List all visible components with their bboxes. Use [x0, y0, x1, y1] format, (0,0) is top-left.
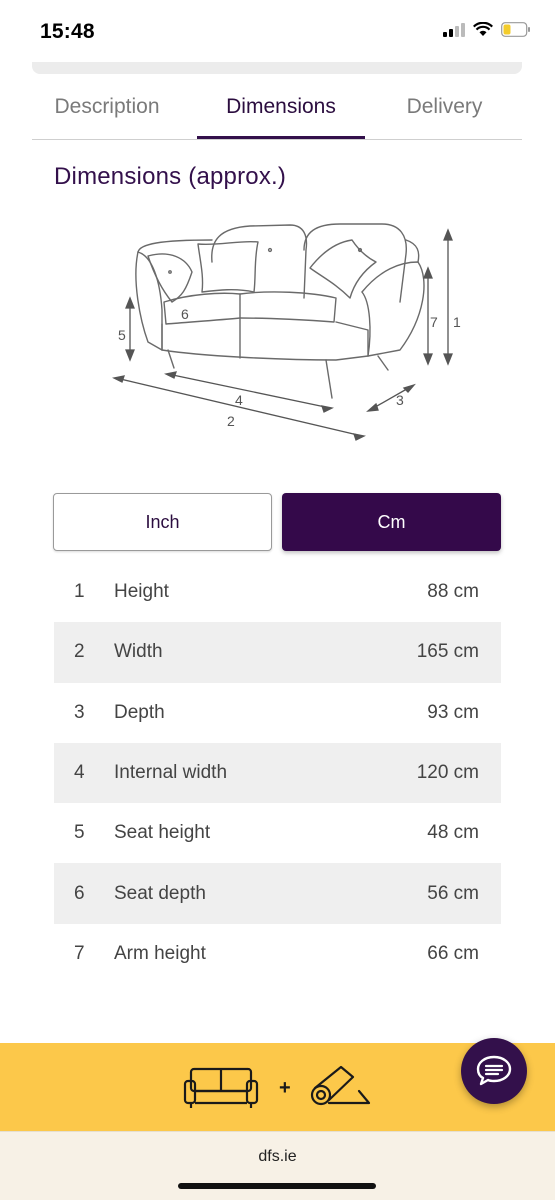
- table-row: 7 Arm height 66 cm: [54, 924, 501, 984]
- row-label: Width: [114, 641, 163, 663]
- home-indicator[interactable]: [178, 1183, 376, 1189]
- row-label: Arm height: [114, 942, 206, 964]
- chat-bubble-icon: [476, 1055, 512, 1086]
- table-row: 3 Depth 93 cm: [54, 683, 501, 743]
- diagram-label-4: 4: [235, 392, 243, 408]
- tab-description[interactable]: Description: [32, 80, 182, 140]
- diagram-label-7: 7: [430, 314, 438, 330]
- row-number: 2: [74, 641, 85, 663]
- top-sheet-edge: [32, 62, 522, 74]
- row-label: Height: [114, 581, 169, 603]
- status-bar: 15:48: [0, 0, 555, 62]
- row-value: 66 cm: [427, 942, 479, 964]
- tab-bar: Description Dimensions Delivery: [32, 80, 522, 140]
- table-row: 2 Width 165 cm: [54, 622, 501, 683]
- promo-icons: +: [183, 1065, 371, 1108]
- wifi-icon: [473, 22, 493, 36]
- table-row: 4 Internal width 120 cm: [54, 742, 501, 804]
- diagram-label-2: 2: [227, 413, 235, 429]
- section-title: Dimensions (approx.): [54, 163, 287, 190]
- sofa-icon: [183, 1067, 259, 1108]
- diagram-label-3: 3: [396, 392, 404, 408]
- row-number: 5: [74, 822, 85, 844]
- tab-dimensions[interactable]: Dimensions: [197, 80, 365, 140]
- dimensions-table: 1 Height 88 cm 2 Width 165 cm 3 Depth 93…: [54, 562, 501, 984]
- row-label: Seat height: [114, 822, 211, 844]
- diagram-label-5: 5: [118, 327, 126, 343]
- row-label: Internal width: [114, 762, 228, 784]
- row-number: 6: [74, 882, 85, 904]
- row-value: 120 cm: [416, 762, 479, 784]
- cm-button[interactable]: Cm: [282, 493, 501, 551]
- row-label: Seat depth: [114, 882, 206, 904]
- tab-delivery[interactable]: Delivery: [377, 80, 512, 140]
- table-row: 5 Seat height 48 cm: [54, 803, 501, 863]
- diagram-label-6: 6: [181, 306, 189, 322]
- table-row: 6 Seat depth 56 cm: [54, 863, 501, 924]
- battery-icon: [501, 22, 530, 37]
- row-number: 1: [74, 581, 85, 603]
- row-label: Depth: [114, 701, 165, 723]
- active-tab-underline: [197, 136, 365, 139]
- browser-address-bar[interactable]: dfs.ie: [0, 1131, 555, 1200]
- rug-icon: [310, 1065, 371, 1106]
- chat-button[interactable]: [461, 1038, 527, 1104]
- signal-icon: [443, 22, 465, 37]
- row-number: 3: [74, 701, 85, 723]
- plus-sign: +: [279, 1077, 291, 1099]
- table-row: 1 Height 88 cm: [54, 562, 501, 622]
- inch-button[interactable]: Inch: [53, 493, 272, 551]
- row-value: 165 cm: [416, 641, 479, 663]
- row-value: 88 cm: [427, 581, 479, 603]
- status-icons: [443, 22, 531, 37]
- sofa-dimensions-diagram: 1 2 3 4 5 6 7: [112, 223, 461, 441]
- row-value: 56 cm: [427, 882, 479, 904]
- url-text[interactable]: dfs.ie: [0, 1148, 555, 1166]
- row-value: 93 cm: [427, 701, 479, 723]
- row-value: 48 cm: [427, 822, 479, 844]
- row-number: 7: [74, 942, 85, 964]
- status-time: 15:48: [40, 20, 95, 43]
- diagram-label-1: 1: [453, 314, 461, 330]
- row-number: 4: [74, 762, 85, 784]
